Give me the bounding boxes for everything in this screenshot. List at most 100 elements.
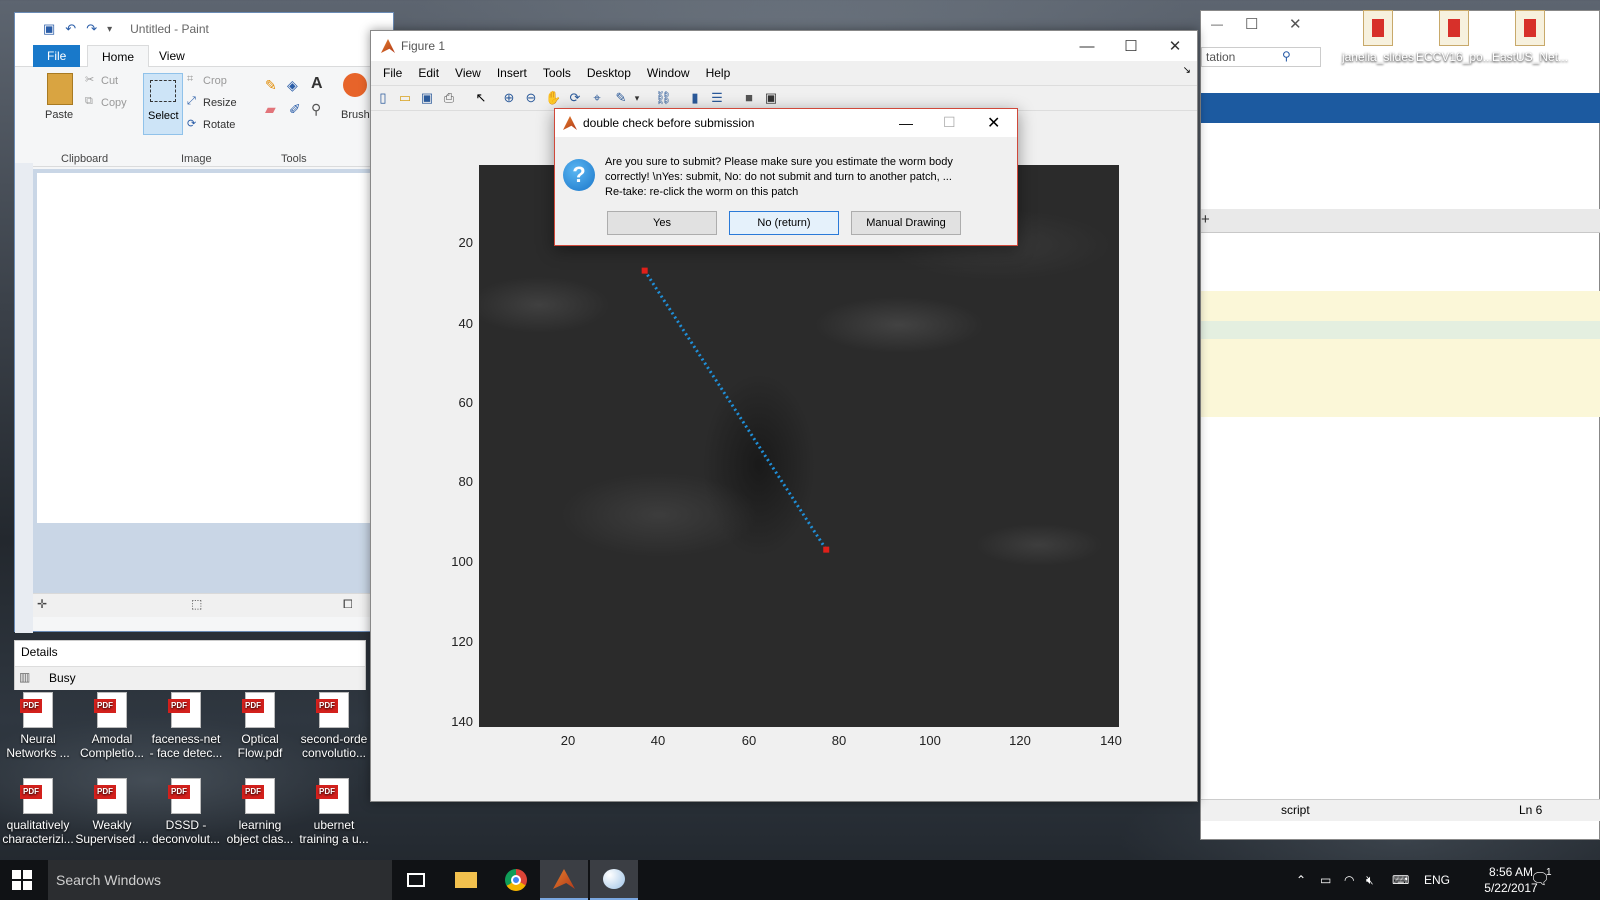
pointer-icon[interactable]: ↖ <box>473 90 489 106</box>
link-plot-icon[interactable]: ⛓ <box>655 90 672 106</box>
magnifier-icon[interactable]: ⚲ <box>311 101 321 118</box>
desktop-icon[interactable]: janelia_slides <box>1340 10 1416 64</box>
legend-icon[interactable]: ☰ <box>709 90 725 106</box>
manual-drawing-button[interactable]: Manual Drawing <box>851 211 961 235</box>
desktop-icon[interactable]: Neural Networks ... <box>0 692 76 760</box>
paste-button[interactable]: Paste <box>45 109 73 121</box>
minimize-icon[interactable]: — <box>1211 17 1223 31</box>
desktop-icon[interactable]: learning object clas... <box>222 778 298 846</box>
desktop-icon[interactable]: EastUS_Net... <box>1492 10 1568 64</box>
menu-desktop[interactable]: Desktop <box>581 66 637 80</box>
taskbar-search-box[interactable]: Search Windows <box>48 860 392 900</box>
tab-file[interactable]: File <box>33 45 81 67</box>
add-tab-icon[interactable]: + <box>1201 211 1210 228</box>
save-icon[interactable]: ▣ <box>419 90 435 106</box>
battery-icon[interactable]: ▭ <box>1320 860 1331 900</box>
dialog-titlebar[interactable]: double check before submission — ☐ ✕ <box>555 109 1017 137</box>
menu-insert[interactable]: Insert <box>491 66 533 80</box>
redo-icon[interactable]: ↷ <box>86 21 97 37</box>
desktop-icon[interactable]: Weakly Supervised ... <box>74 778 150 846</box>
copy-button[interactable]: Copy <box>101 97 127 109</box>
keyboard-icon[interactable]: ⌨ <box>1392 860 1409 900</box>
chevron-down-icon[interactable]: ▾ <box>107 24 112 35</box>
scissors-icon[interactable]: ✂ <box>85 73 94 86</box>
brush-icon[interactable] <box>343 73 367 97</box>
volume-muted-icon[interactable]: 🔇︎ <box>1366 860 1374 900</box>
resize-button[interactable]: Resize <box>203 97 237 109</box>
menu-tools[interactable]: Tools <box>537 66 577 80</box>
menu-help[interactable]: Help <box>700 66 737 80</box>
paint-titlebar[interactable]: ▣ ↶ ↷ ▾ Untitled - Paint <box>15 13 393 45</box>
tab-view[interactable]: View <box>145 45 199 67</box>
chrome-icon[interactable] <box>492 860 540 900</box>
image-axes[interactable] <box>479 165 1119 727</box>
chevron-down-icon[interactable]: ▾ <box>629 90 645 106</box>
menu-file[interactable]: File <box>377 66 408 80</box>
matlab-taskbar-icon[interactable] <box>540 860 588 900</box>
task-view-icon[interactable] <box>392 860 440 900</box>
close-button[interactable]: ✕ <box>987 113 1000 133</box>
menu-view[interactable]: View <box>449 66 487 80</box>
select-button[interactable]: Select <box>143 73 183 135</box>
cut-button[interactable]: Cut <box>101 75 118 87</box>
desktop-icon[interactable]: faceness-net - face detec... <box>148 692 224 760</box>
brush-data-icon[interactable]: ✎ <box>613 90 629 106</box>
copy-icon[interactable]: ⧉ <box>85 95 93 108</box>
save-icon[interactable]: ▣ <box>43 21 55 37</box>
zoom-in-icon[interactable]: ⊕ <box>501 90 517 106</box>
dock-icon[interactable]: ↘ <box>1183 65 1191 76</box>
crop-icon[interactable]: ⌗ <box>187 73 193 86</box>
crop-button[interactable]: Crop <box>203 75 227 87</box>
chevron-up-icon[interactable]: ⌃ <box>1296 860 1306 900</box>
search-box[interactable]: tation ⚲ <box>1201 47 1321 67</box>
colorbar-icon[interactable]: ▮ <box>687 90 703 106</box>
figure-titlebar[interactable]: Figure 1 — ☐ ✕ <box>371 31 1197 61</box>
desktop-icon[interactable]: qualitatively characterizi... <box>0 778 76 846</box>
tab-home[interactable]: Home <box>87 45 150 67</box>
language-indicator[interactable]: ENG <box>1424 860 1450 900</box>
search-icon[interactable]: ⚲ <box>1282 49 1291 63</box>
undo-icon[interactable]: ↶ <box>65 21 76 37</box>
paint-window[interactable]: ▣ ↶ ↷ ▾ Untitled - Paint File Home View … <box>14 12 395 633</box>
wifi-icon[interactable]: ◠ <box>1344 860 1354 900</box>
maximize-button[interactable]: ☐ <box>1109 31 1153 61</box>
minimize-button[interactable]: — <box>1065 31 1109 61</box>
confirm-dialog[interactable]: double check before submission — ☐ ✕ ? A… <box>554 108 1018 246</box>
paint-taskbar-icon[interactable] <box>590 860 638 900</box>
desktop-icon[interactable]: second-orde convolutio... <box>296 692 372 760</box>
menu-edit[interactable]: Edit <box>412 66 445 80</box>
desktop-icon[interactable]: ubernet training a u... <box>296 778 372 846</box>
print-icon[interactable]: ⎙ <box>441 90 457 106</box>
paste-icon[interactable] <box>47 73 73 105</box>
color-picker-icon[interactable]: ✐ <box>289 101 301 118</box>
text-tool-icon[interactable]: A <box>311 75 323 93</box>
brushes-button[interactable]: Brush <box>341 109 370 121</box>
rotate-button[interactable]: Rotate <box>203 119 235 131</box>
no-button[interactable]: No (return) <box>729 211 839 235</box>
pencil-icon[interactable]: ✎ <box>265 77 277 94</box>
eraser-icon[interactable]: ▰ <box>265 101 276 118</box>
menu-window[interactable]: Window <box>641 66 696 80</box>
paint-canvas[interactable] <box>37 173 377 523</box>
desktop-icon[interactable]: DSSD - deconvolut... <box>148 778 224 846</box>
desktop-icon[interactable]: Optical Flow.pdf <box>222 692 298 760</box>
close-icon[interactable]: ✕ <box>1289 15 1302 33</box>
show-plot-tools-icon[interactable]: ▣ <box>763 90 779 106</box>
close-button[interactable]: ✕ <box>1153 31 1197 61</box>
rotate-3d-icon[interactable]: ⟳ <box>567 90 583 106</box>
pan-icon[interactable]: ✋ <box>545 90 561 106</box>
new-figure-icon[interactable]: ▯ <box>375 90 391 106</box>
minimize-button[interactable]: — <box>899 115 913 131</box>
yes-button[interactable]: Yes <box>607 211 717 235</box>
desktop-icon[interactable]: ECCV16_po... <box>1416 10 1493 64</box>
background-editor-window[interactable]: — ☐ ✕ tation ⚲ + script Ln 6 <box>1200 10 1600 840</box>
zoom-out-icon[interactable]: ⊖ <box>523 90 539 106</box>
hide-plot-tools-icon[interactable]: ■ <box>741 90 757 106</box>
data-cursor-icon[interactable]: ⌖ <box>589 90 605 106</box>
resize-icon[interactable]: ⤢ <box>187 95 196 108</box>
desktop-icon[interactable]: Amodal Completio... <box>74 692 150 760</box>
maximize-icon[interactable]: ☐ <box>1245 15 1258 33</box>
windows-start-icon[interactable] <box>12 870 32 890</box>
rotate-icon[interactable]: ⟳ <box>187 117 196 130</box>
file-explorer-icon[interactable] <box>442 860 490 900</box>
